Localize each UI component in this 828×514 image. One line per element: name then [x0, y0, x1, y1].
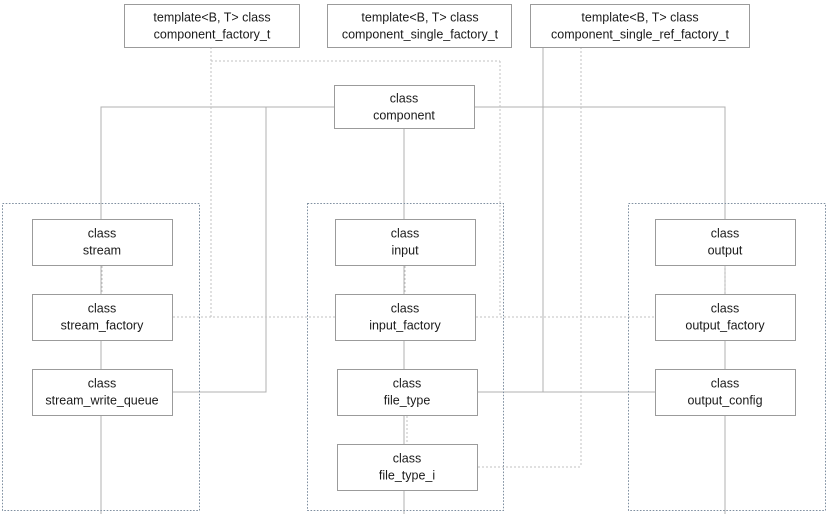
class-label-line2: component	[373, 108, 435, 122]
class-label-line1: class	[393, 451, 421, 465]
class-label-line2: stream_factory	[61, 318, 144, 332]
template-box-component-single-ref-factory-t[interactable]: template<B, T> class component_single_re…	[530, 4, 750, 48]
class-box-stream[interactable]: class stream	[32, 219, 173, 266]
class-label-line1: class	[391, 301, 419, 315]
class-label-line2: stream	[83, 243, 121, 257]
class-label-line2: input	[391, 243, 419, 257]
class-label-line1: class	[393, 376, 421, 390]
class-box-input[interactable]: class input	[335, 219, 476, 266]
edge-streamwritequeue-to-filetype	[173, 107, 267, 393]
class-diagram: template<B, T> class component_factory_t…	[0, 0, 828, 514]
class-label-line1: class	[390, 91, 418, 105]
class-box-component[interactable]: class component	[334, 85, 475, 129]
class-box-output[interactable]: class output	[655, 219, 796, 266]
class-label-line1: class	[711, 301, 739, 315]
class-label-line2: file_type_i	[379, 468, 435, 482]
template-label-line2: component_single_ref_factory_t	[551, 27, 729, 41]
template-label-line2: component_factory_t	[154, 27, 271, 41]
template-label-line1: template<B, T> class	[153, 10, 270, 24]
edge-component-to-output	[474, 106, 726, 219]
class-label-line1: class	[88, 301, 116, 315]
class-box-output-factory[interactable]: class output_factory	[655, 294, 796, 341]
template-box-component-single-factory-t[interactable]: template<B, T> class component_single_fa…	[327, 4, 512, 48]
template-box-component-factory-t[interactable]: template<B, T> class component_factory_t	[124, 4, 300, 48]
class-label-line1: class	[88, 226, 116, 240]
class-label-line1: class	[391, 226, 419, 240]
class-label-line2: output	[708, 243, 743, 257]
class-label-line2: file_type	[384, 393, 431, 407]
template-label-line1: template<B, T> class	[581, 10, 698, 24]
class-box-stream-factory[interactable]: class stream_factory	[32, 294, 173, 341]
class-label-line1: class	[711, 226, 739, 240]
class-label-line1: class	[88, 376, 116, 390]
class-box-input-factory[interactable]: class input_factory	[335, 294, 476, 341]
class-box-output-config[interactable]: class output_config	[655, 369, 796, 416]
edge-component-to-stream	[100, 106, 334, 219]
template-label-line2: component_single_factory_t	[342, 27, 499, 41]
class-label-line2: output_factory	[685, 318, 765, 332]
class-label-line2: stream_write_queue	[45, 393, 158, 407]
diagram-canvas: template<B, T> class component_factory_t…	[2, 4, 826, 514]
class-box-file-type[interactable]: class file_type	[337, 369, 478, 416]
class-label-line1: class	[711, 376, 739, 390]
class-box-file-type-i[interactable]: class file_type_i	[337, 444, 478, 491]
class-label-line2: input_factory	[369, 318, 441, 332]
template-label-line1: template<B, T> class	[361, 10, 478, 24]
class-label-line2: output_config	[687, 393, 762, 407]
class-box-stream-write-queue[interactable]: class stream_write_queue	[32, 369, 173, 416]
